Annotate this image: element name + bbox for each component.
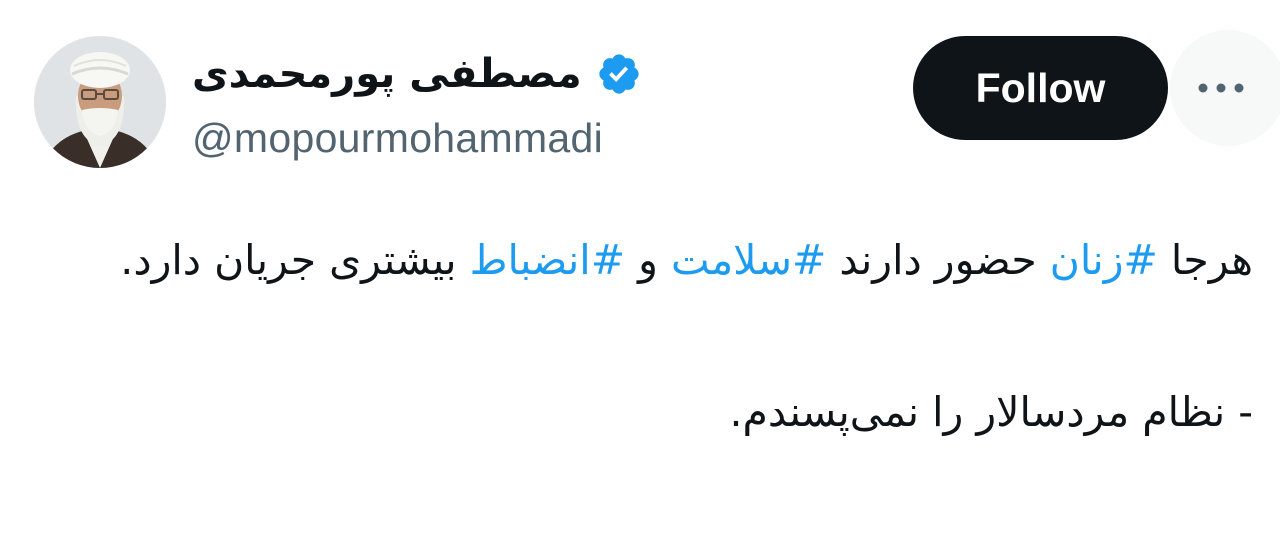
tweet-text-segment: هرجا bbox=[1157, 236, 1253, 284]
follow-button[interactable]: Follow bbox=[913, 36, 1168, 140]
tweet-paragraph-1: هرجا #زنان حضور دارند #سلامت و #انضباط ب… bbox=[53, 222, 1253, 298]
hashtag-link[interactable]: #زنان bbox=[1050, 236, 1158, 284]
avatar[interactable] bbox=[34, 36, 166, 168]
more-horizontal-icon bbox=[1198, 83, 1244, 93]
tweet-paragraph-2: - نظام مردسالار را نمی‌پسندم. bbox=[729, 388, 1254, 436]
verified-badge-icon[interactable] bbox=[596, 51, 642, 97]
display-name[interactable]: مصطفی پورمحمدی bbox=[192, 44, 582, 104]
hashtag-link[interactable]: #انضباط bbox=[470, 236, 626, 284]
handle[interactable]: @mopourmohammadi bbox=[192, 110, 603, 166]
more-button[interactable] bbox=[1170, 30, 1280, 146]
name-row: مصطفی پورمحمدی bbox=[192, 44, 642, 104]
tweet-text: هرجا #زنان حضور دارند #سلامت و #انضباط ب… bbox=[53, 222, 1253, 450]
tweet-text-segment: بیشتری جریان دارد. bbox=[120, 236, 470, 284]
tweet-text-segment: و bbox=[625, 236, 671, 284]
tweet-text-segment: حضور دارند bbox=[826, 236, 1050, 284]
avatar-image bbox=[34, 36, 166, 168]
hashtag-link[interactable]: #سلامت bbox=[671, 236, 826, 284]
